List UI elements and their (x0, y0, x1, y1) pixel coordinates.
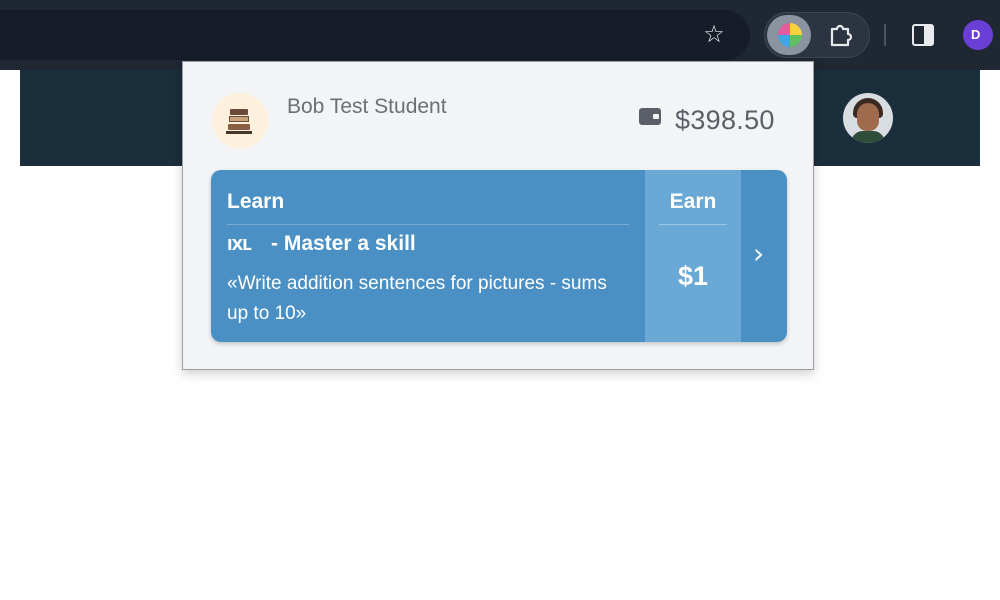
skill-title: - Master a skill (271, 232, 416, 255)
avatar-book (230, 109, 248, 115)
toolbar-divider (884, 24, 886, 46)
earn-amount: $1 (677, 261, 709, 291)
learn-earn-card[interactable]: Learn IXL - Master a skill «Write additi… (211, 170, 787, 342)
side-panel-icon[interactable] (912, 24, 934, 46)
ixl-rewards-extension-icon[interactable] (778, 23, 802, 47)
avatar-book (229, 116, 249, 122)
learn-divider (227, 224, 629, 225)
avatar-base (226, 131, 252, 134)
avatar-shirt (851, 131, 885, 143)
extension-popup: Bob Test Student $398.50 Learn IXL - Mas… (182, 61, 814, 370)
student-avatar (212, 93, 268, 149)
avatar-book (228, 124, 250, 130)
earn-label: Earn (669, 190, 717, 213)
bookmark-star-icon[interactable]: ☆ (700, 20, 728, 48)
address-bar[interactable] (0, 10, 750, 60)
learn-label: Learn (227, 190, 285, 213)
puzzle-icon[interactable] (826, 20, 854, 48)
earn-column: Earn $1 (645, 170, 741, 342)
wallet-balance: $398.50 (675, 105, 775, 135)
user-avatar[interactable] (843, 93, 893, 143)
student-name: Bob Test Student (287, 95, 447, 118)
earn-divider (659, 224, 727, 225)
skill-description: «Write addition sentences for pictures -… (227, 273, 607, 324)
ixl-logo-icon: IXL (227, 236, 252, 254)
wallet-icon (639, 108, 661, 125)
profile-chip[interactable]: D (963, 20, 993, 50)
chevron-right-icon[interactable]: › (753, 240, 777, 268)
avatar-face (857, 103, 879, 131)
